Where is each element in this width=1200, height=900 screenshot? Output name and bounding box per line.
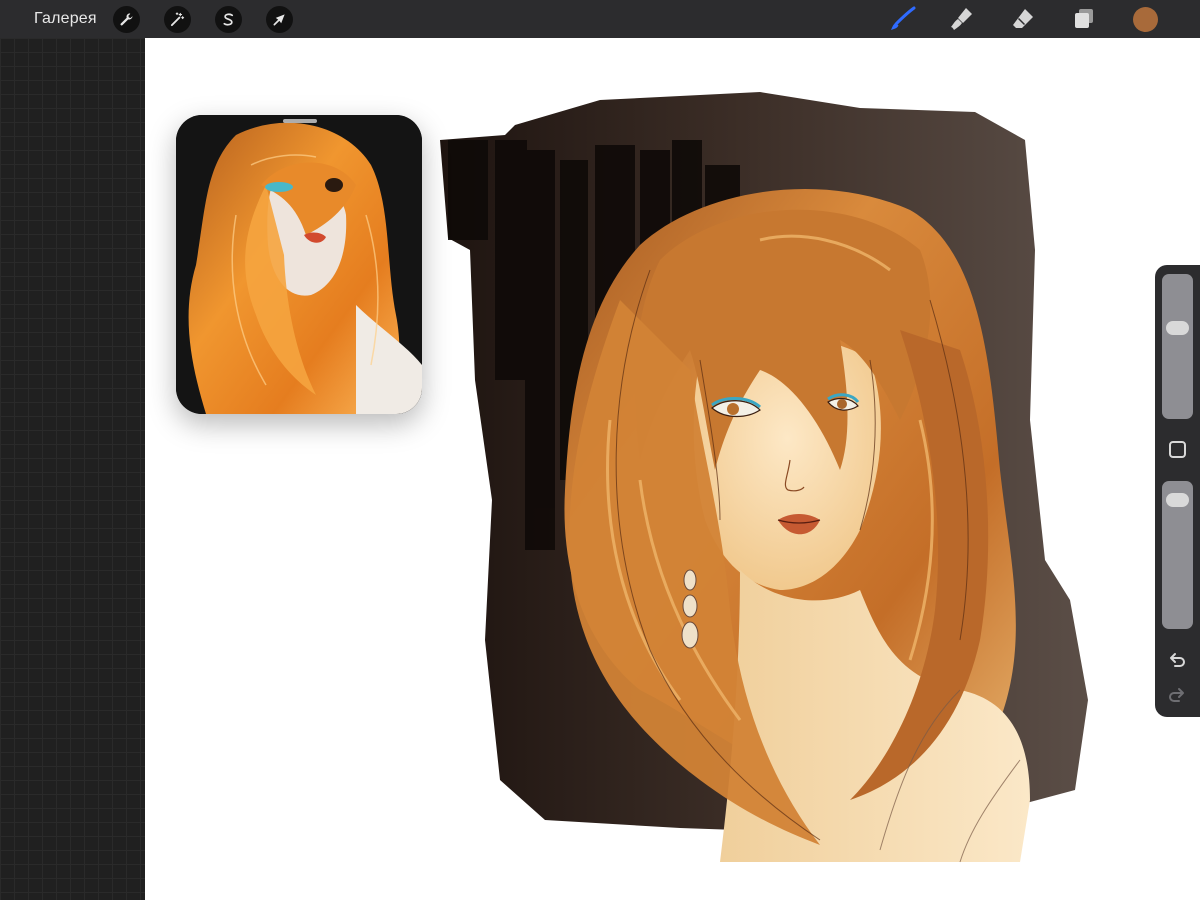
eraser-tool[interactable] <box>1008 4 1038 34</box>
workspace-background <box>0 38 145 900</box>
reference-drag-handle[interactable] <box>283 119 317 123</box>
redo-icon <box>1169 688 1184 702</box>
reference-photo <box>176 115 422 414</box>
color-swatch[interactable] <box>1133 7 1158 32</box>
smudge-icon <box>951 8 972 30</box>
selection-button[interactable] <box>215 6 242 33</box>
arrow-cursor-icon <box>273 14 285 26</box>
eraser-icon <box>1013 9 1033 28</box>
actions-button[interactable] <box>113 6 140 33</box>
gallery-button[interactable]: Галерея <box>34 10 97 28</box>
undo-icon <box>1170 653 1185 667</box>
brush-tool[interactable] <box>888 4 918 34</box>
wrench-icon <box>120 13 133 26</box>
layers-tool[interactable] <box>1069 4 1099 34</box>
transform-button[interactable] <box>266 6 293 33</box>
brush-size-thumb[interactable] <box>1166 320 1189 335</box>
brush-opacity-thumb[interactable] <box>1166 492 1189 507</box>
brush-size-slider[interactable] <box>1162 274 1193 419</box>
magic-wand-icon <box>170 12 185 27</box>
smudge-tool[interactable] <box>947 4 977 34</box>
side-bar <box>1155 265 1200 717</box>
brush-opacity-slider[interactable] <box>1162 481 1193 629</box>
modifier-square-icon[interactable] <box>1169 441 1186 458</box>
earring <box>681 569 699 649</box>
top-toolbar: Галерея <box>0 0 1200 38</box>
brush-icon <box>891 6 916 30</box>
undo-button[interactable] <box>1165 648 1189 672</box>
redo-button[interactable] <box>1165 683 1189 707</box>
reference-image-window[interactable] <box>176 115 422 414</box>
adjustments-button[interactable] <box>164 6 191 33</box>
selection-s-icon <box>223 13 234 26</box>
layers-icon <box>1075 9 1093 28</box>
